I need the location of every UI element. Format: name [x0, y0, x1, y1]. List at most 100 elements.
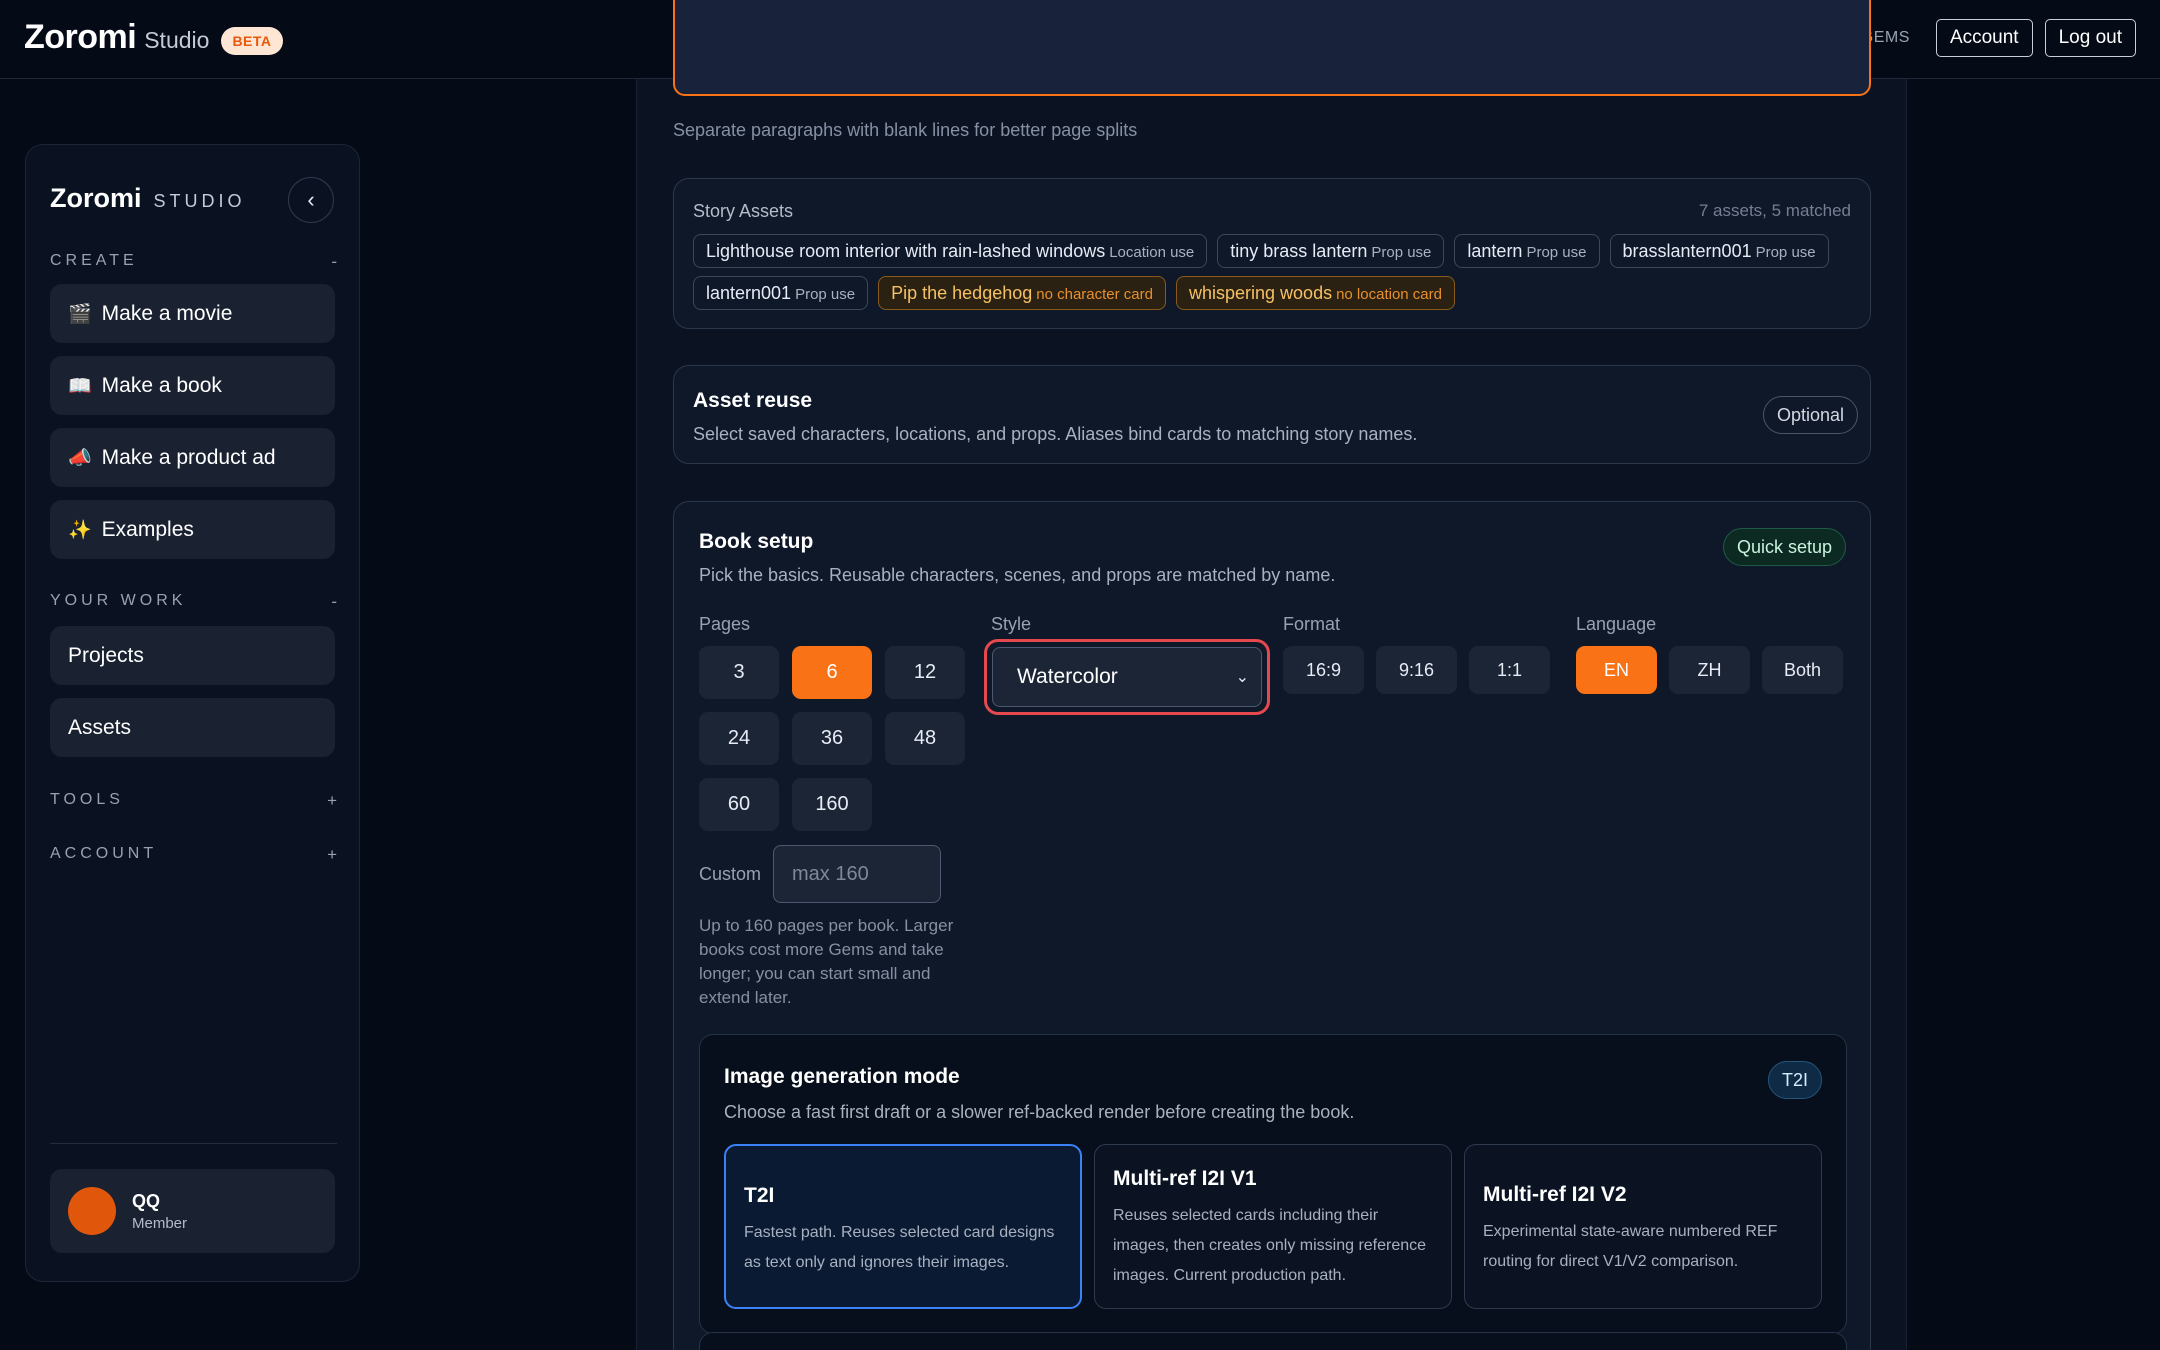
style-select-value: Watercolor — [1017, 665, 1118, 688]
sidebar-item-assets[interactable]: Assets — [50, 698, 335, 757]
language-option[interactable]: Both — [1762, 646, 1843, 694]
section-your-work-header[interactable]: YOUR WORK - — [50, 592, 337, 612]
asset-chip-name: Pip the hedgehog — [891, 283, 1033, 303]
style-select-focus-ring: Watercolor ⌄ — [984, 639, 1270, 715]
asset-chip[interactable]: Lighthouse room interior with rain-lashe… — [693, 234, 1208, 268]
book-setup-desc: Pick the basics. Reusable characters, sc… — [699, 565, 1336, 585]
logout-button[interactable]: Log out — [2044, 19, 2136, 57]
language-option-selected[interactable]: EN — [1576, 646, 1657, 694]
asset-chip[interactable]: lantern001 Prop use — [693, 276, 869, 310]
section-tools-header[interactable]: TOOLS + — [50, 791, 337, 811]
asset-chip-unmatched[interactable]: whispering woods no location card — [1176, 276, 1455, 310]
asset-reuse-title: Asset reuse — [693, 389, 813, 412]
mode-option-i2i-v2[interactable]: Multi-ref I2I V2 Experimental state-awar… — [1464, 1144, 1822, 1309]
sidebar-item-make-product-ad[interactable]: 📣 Make a product ad — [50, 428, 335, 487]
quick-setup-button[interactable]: Quick setup — [1722, 528, 1846, 566]
asset-chip-tag: Prop use — [1755, 244, 1816, 261]
optional-badge: Optional — [1762, 396, 1858, 434]
brand-logo[interactable]: Zoromi Studio BETA — [24, 18, 283, 57]
pages-option[interactable]: 48 — [885, 712, 965, 765]
pages-note: Up to 160 pages per book. Larger books c… — [699, 916, 954, 1007]
pages-option[interactable]: 3 — [699, 646, 779, 699]
asset-chip-tag: no location card — [1336, 286, 1442, 303]
custom-pages-input[interactable] — [773, 845, 941, 903]
collapse-sidebar-button[interactable]: ‹ — [288, 177, 334, 223]
pages-option[interactable]: 36 — [792, 712, 872, 765]
brand-name: Zoromi — [24, 18, 137, 56]
user-card[interactable]: QQ Member — [50, 1169, 335, 1253]
language-option[interactable]: ZH — [1669, 646, 1750, 694]
sidebar-brand: Zoromi STUDIO — [50, 183, 246, 214]
mode-option-t2i[interactable]: T2I Fastest path. Reuses selected card d… — [724, 1144, 1082, 1309]
format-option[interactable]: 16:9 — [1283, 646, 1364, 694]
asset-chip-unmatched[interactable]: Pip the hedgehog no character card — [878, 276, 1166, 310]
section-your-work-label: YOUR WORK — [50, 592, 187, 609]
asset-reuse-card[interactable]: Asset reuse Select saved characters, loc… — [673, 365, 1871, 464]
expand-icon: + — [327, 845, 337, 864]
collapse-icon: - — [331, 592, 337, 611]
asset-chip[interactable]: tiny brass lantern Prop use — [1217, 234, 1445, 268]
pages-option-selected[interactable]: 6 — [792, 646, 872, 699]
asset-chip-list: Lighthouse room interior with rain-lashe… — [693, 234, 1853, 310]
format-option[interactable]: 9:16 — [1376, 646, 1457, 694]
avatar — [68, 1187, 116, 1235]
chevron-left-icon: ‹ — [307, 187, 315, 212]
sidebar-item-examples[interactable]: ✨ Examples — [50, 500, 335, 559]
asset-chip-name: Lighthouse room interior with rain-lashe… — [706, 241, 1106, 261]
brand-sub: Studio — [144, 27, 210, 53]
pages-option[interactable]: 24 — [699, 712, 779, 765]
sidebar-item-label: Projects — [68, 643, 144, 667]
pages-option[interactable]: 160 — [792, 778, 872, 831]
section-create-header[interactable]: CREATE - — [50, 252, 337, 272]
sidebar: Zoromi STUDIO ‹ CREATE - 🎬 Make a movie … — [25, 144, 360, 1282]
sidebar-brand-studio: STUDIO — [153, 191, 246, 211]
custom-pages-label: Custom — [699, 864, 762, 884]
style-select[interactable]: Watercolor ⌄ — [992, 647, 1262, 707]
expand-icon: + — [327, 791, 337, 810]
mode-badge: T2I — [1767, 1061, 1822, 1099]
story-assets-card: Story Assets 7 assets, 5 matched Lightho… — [673, 178, 1871, 329]
story-textarea[interactable] — [673, 0, 1871, 96]
book-icon: 📖 — [68, 375, 92, 397]
style-label: Style — [991, 614, 1032, 634]
sparkles-icon: ✨ — [68, 519, 92, 541]
mode-option-title: T2I — [744, 1184, 775, 1207]
chevron-down-icon: ⌄ — [1235, 669, 1249, 686]
section-account-label: ACCOUNT — [50, 845, 158, 862]
mode-option-title: Multi-ref I2I V1 — [1113, 1167, 1257, 1190]
mode-title: Image generation mode — [724, 1065, 960, 1088]
pages-label: Pages — [699, 614, 751, 634]
section-account-header[interactable]: ACCOUNT + — [50, 845, 337, 865]
collapse-icon: - — [331, 252, 337, 271]
asset-chip-tag: no character card — [1036, 286, 1153, 303]
asset-chip-name: lantern001 — [706, 283, 792, 303]
account-button[interactable]: Account — [1935, 19, 2033, 57]
sidebar-divider — [50, 1143, 337, 1144]
asset-chip[interactable]: brasslantern001 Prop use — [1609, 234, 1829, 268]
beta-badge: BETA — [221, 26, 283, 55]
pages-option[interactable]: 12 — [885, 646, 965, 699]
format-option[interactable]: 1:1 — [1469, 646, 1550, 694]
top-actions: 34 GEMS Account Log out — [1837, 19, 2136, 57]
asset-chip-name: tiny brass lantern — [1230, 241, 1368, 261]
clapper-icon: 🎬 — [68, 303, 92, 325]
mode-option-desc: Reuses selected cards including their im… — [1113, 1207, 1427, 1284]
mode-option-i2i-v1[interactable]: Multi-ref I2I V1 Reuses selected cards i… — [1094, 1144, 1452, 1309]
asset-chip-name: brasslantern001 — [1622, 241, 1752, 261]
book-setup-title: Book setup — [699, 530, 814, 553]
asset-chip-tag: Prop use — [795, 286, 856, 303]
section-create-label: CREATE — [50, 252, 138, 269]
sidebar-item-label: Assets — [68, 715, 132, 739]
asset-chip[interactable]: lantern Prop use — [1454, 234, 1600, 268]
sidebar-item-label: Make a movie — [101, 301, 233, 325]
pages-option[interactable]: 60 — [699, 778, 779, 831]
story-assets-count: 7 assets, 5 matched — [1698, 201, 1851, 220]
sidebar-item-projects[interactable]: Projects — [50, 626, 335, 685]
section-tools-label: TOOLS — [50, 791, 124, 808]
sidebar-item-label: Make a book — [101, 373, 222, 397]
sidebar-item-make-movie[interactable]: 🎬 Make a movie — [50, 284, 335, 343]
user-name: QQ — [132, 1190, 161, 1211]
sidebar-item-make-book[interactable]: 📖 Make a book — [50, 356, 335, 415]
sidebar-brand-name: Zoromi — [50, 183, 142, 213]
language-label: Language — [1576, 614, 1657, 634]
